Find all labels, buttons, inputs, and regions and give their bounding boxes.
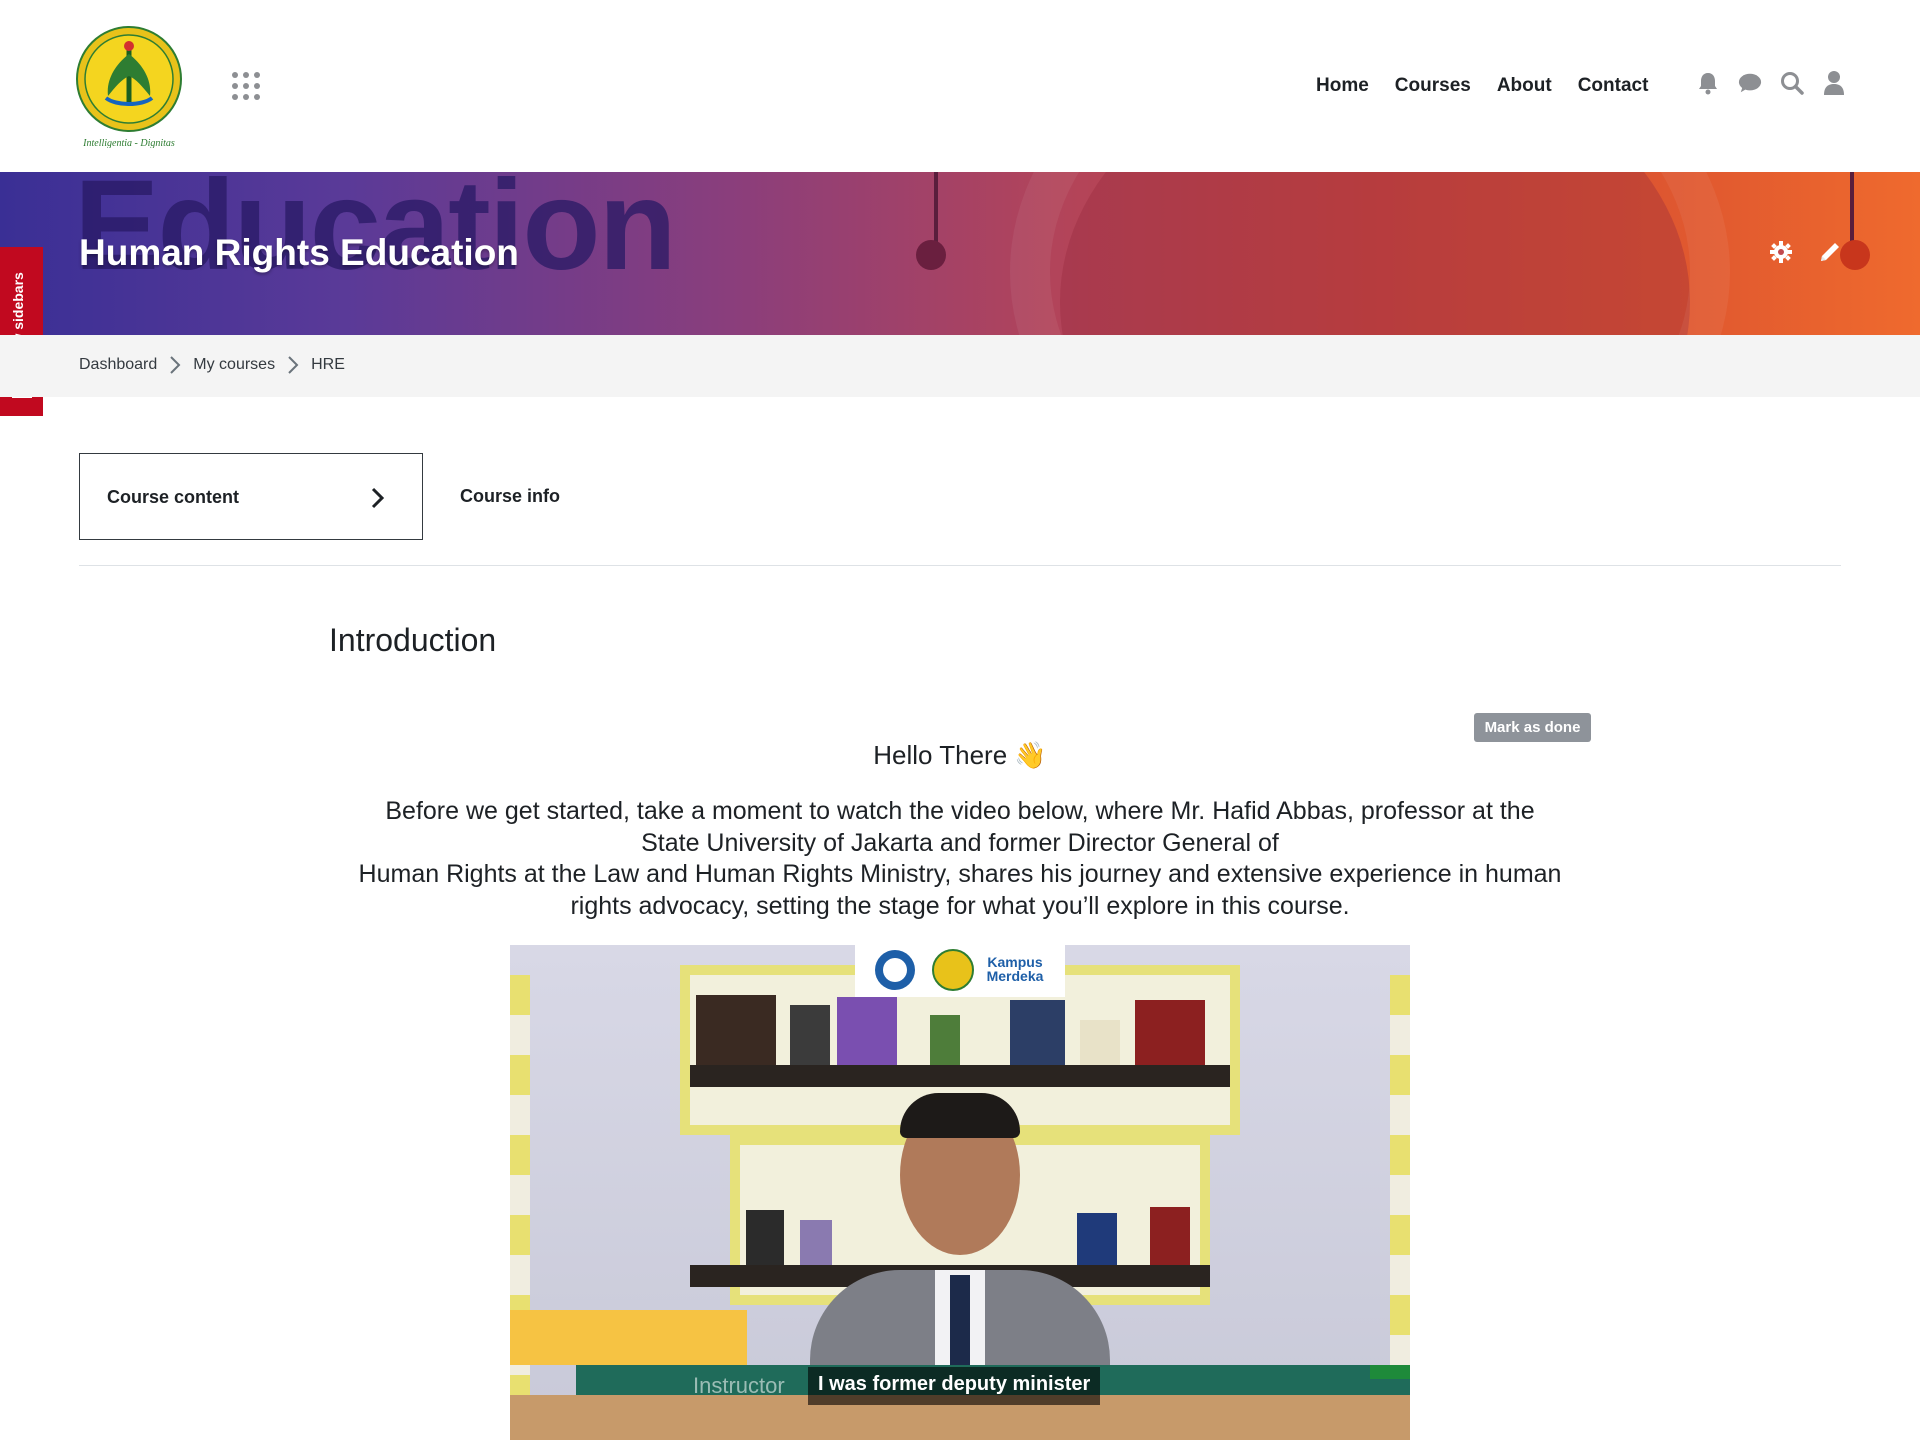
video-books bbox=[746, 1210, 784, 1265]
intro-line: State University of Jakarta and former D… bbox=[641, 828, 1279, 857]
video-shelf bbox=[690, 1065, 1230, 1087]
settings-gear-icon[interactable] bbox=[1769, 240, 1795, 266]
nav-contact[interactable]: Contact bbox=[1578, 74, 1649, 98]
svg-text:Merdeka: Merdeka bbox=[987, 968, 1044, 984]
banner-decoration-dot bbox=[1840, 240, 1870, 270]
video-speaker-hair bbox=[900, 1093, 1020, 1138]
intro-line: rights advocacy, setting the stage for w… bbox=[570, 891, 1350, 920]
section-title: Introduction bbox=[329, 622, 497, 658]
video-wall-stripes bbox=[1390, 975, 1410, 1405]
breadcrumb-bar: Dashboard My courses HRE bbox=[0, 335, 1920, 397]
video-books bbox=[1077, 1213, 1117, 1265]
video-books bbox=[790, 1005, 830, 1065]
chevron-right-icon bbox=[370, 486, 386, 515]
chevron-right-icon bbox=[287, 355, 299, 375]
breadcrumb-hre[interactable]: HRE bbox=[311, 356, 345, 374]
banner-decoration-dot bbox=[916, 240, 946, 270]
video-lower-third-accent bbox=[510, 1310, 747, 1365]
intro-video-player[interactable]: Kampus Merdeka Instructor I was former d… bbox=[510, 945, 1410, 1440]
nav-about[interactable]: About bbox=[1497, 74, 1552, 98]
greeting-text: Hello There 👋 bbox=[873, 740, 1047, 770]
chevron-right-icon bbox=[169, 355, 181, 375]
video-plant bbox=[930, 1015, 960, 1065]
video-caption: I was former deputy minister bbox=[808, 1367, 1101, 1405]
breadcrumb-my-courses[interactable]: My courses bbox=[193, 356, 275, 374]
video-books bbox=[1080, 1020, 1120, 1065]
chat-icon[interactable] bbox=[1738, 70, 1762, 96]
app-launcher-icon[interactable] bbox=[232, 72, 262, 102]
nav-icon-group bbox=[1696, 70, 1846, 96]
video-lower-third-label: Instructor bbox=[693, 1373, 785, 1398]
bell-icon[interactable] bbox=[1696, 70, 1720, 96]
intro-paragraph: Before we get started, take a moment to … bbox=[329, 796, 1591, 922]
logo-motto: Intelligentia - Dignitas bbox=[82, 138, 175, 148]
intro-line: Human Rights at the Law and Human Rights… bbox=[358, 860, 1562, 888]
course-banner: Education Human Rights Education bbox=[0, 172, 1920, 335]
user-icon[interactable] bbox=[1822, 70, 1846, 96]
video-plant bbox=[800, 1220, 832, 1265]
course-title: Human Rights Education bbox=[79, 232, 519, 273]
breadcrumb: Dashboard My courses HRE bbox=[79, 355, 345, 375]
nav-home[interactable]: Home bbox=[1316, 74, 1369, 98]
divider bbox=[79, 565, 1841, 566]
banner-decoration-ring bbox=[1010, 172, 1730, 335]
video-sponsor-logos: Kampus Merdeka bbox=[855, 945, 1065, 997]
main-nav: Home Courses About Contact bbox=[1316, 74, 1674, 98]
video-lower-third-strip bbox=[1370, 1365, 1410, 1379]
video-books bbox=[837, 997, 897, 1065]
mark-as-done-button[interactable]: Mark as done bbox=[1474, 713, 1591, 742]
video-books bbox=[1010, 1000, 1065, 1065]
search-icon[interactable] bbox=[1780, 70, 1804, 96]
tab-course-info[interactable]: Course info bbox=[460, 486, 560, 507]
edit-pencil-icon[interactable] bbox=[1818, 240, 1844, 266]
tab-course-content-label: Course content bbox=[107, 487, 240, 507]
tab-course-content[interactable]: Course content bbox=[79, 453, 423, 540]
intro-line: Before we get started, take a moment to … bbox=[385, 797, 1535, 825]
video-books bbox=[1135, 1000, 1205, 1065]
top-navbar: Intelligentia - Dignitas Home Courses Ab… bbox=[0, 0, 1920, 172]
video-books bbox=[696, 995, 776, 1065]
university-logo[interactable]: Intelligentia - Dignitas bbox=[76, 24, 186, 149]
nav-courses[interactable]: Courses bbox=[1395, 74, 1471, 98]
video-books bbox=[1150, 1207, 1190, 1265]
breadcrumb-dashboard[interactable]: Dashboard bbox=[79, 356, 157, 374]
